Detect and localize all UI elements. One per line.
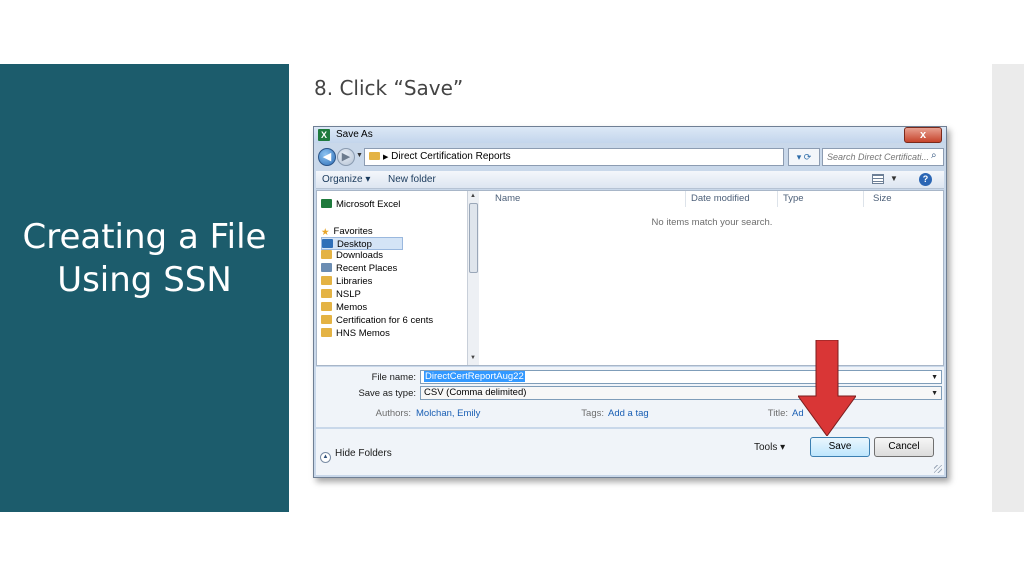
slide-title: Creating a File Using SSN [22,217,267,300]
authors-label: Authors: [375,408,411,419]
title-label: Title: [767,408,788,419]
chevron-down-icon[interactable]: ▼ [931,372,938,384]
sidebar-item-libraries[interactable]: Libraries [321,275,372,288]
sidebar-item-microsoft-excel[interactable]: Microsoft Excel [321,198,400,211]
column-divider [685,191,686,207]
sidebar-item-recent-places[interactable]: Recent Places [321,262,397,275]
file-name-input[interactable]: DirectCertReportAug22 ▼ [420,370,942,384]
navigation-scrollbar[interactable]: ▲ ▼ [467,191,479,365]
hide-folders-button[interactable]: ▲ Hide Folders [320,448,392,463]
folder-icon [321,289,332,298]
dialog-titlebar[interactable]: X Save As x [314,127,946,143]
tools-menu[interactable]: Tools ▾ [754,442,785,453]
sidebar-item-label: Recent Places [336,263,398,274]
sidebar-item-memos[interactable]: Memos [321,301,367,314]
search-icon[interactable]: ⌕ [931,150,937,161]
sidebar-item-label: HNS Memos [336,328,390,339]
chevron-down-icon[interactable]: ▼ [890,174,898,183]
file-name-label: File name: [371,372,416,383]
folder-icon [321,315,332,324]
resize-grip[interactable] [934,465,942,473]
organize-menu[interactable]: Organize ▾ [322,174,370,185]
file-list: Name Date modified Type Size No items ma… [481,191,943,365]
breadcrumb-item[interactable]: Direct Certification Reports [391,151,510,162]
sidebar-item-label: Certification for 6 cents [336,315,434,326]
excel-icon: X [318,129,330,141]
folder-icon [369,152,380,161]
column-header-type[interactable]: Type [783,191,804,207]
forward-arrow-icon: ▶ [341,151,351,163]
authors-value[interactable]: Molchan, Emily [416,408,480,419]
sidebar-item-label: Libraries [336,276,373,287]
chevron-down-icon[interactable]: ▼ [931,388,938,400]
sidebar-item-nslp[interactable]: NSLP [321,288,361,301]
right-decor-strip [992,64,1024,512]
tags-value[interactable]: Add a tag [608,408,649,419]
column-header-date-modified[interactable]: Date modified [691,191,750,207]
hide-folders-label: Hide Folders [335,448,392,459]
file-name-value[interactable]: DirectCertReportAug22 [424,371,525,382]
tags-label: Tags: [581,408,604,419]
column-header-name[interactable]: Name [495,191,520,207]
address-bar-row: ◀ ▶ ▼ ▶ Direct Certification Reports ▾ ⟳… [314,144,946,170]
save-type-label: Save as type: [358,388,416,399]
title-panel: Creating a File Using SSN [0,64,289,512]
scrollbar-thumb[interactable] [469,203,478,273]
folder-icon [321,302,332,311]
back-arrow-icon: ◀ [322,151,332,163]
search-input[interactable] [822,148,944,166]
sidebar-item-hns-memos[interactable]: HNS Memos [321,327,390,340]
scroll-up-icon[interactable]: ▲ [470,193,476,199]
save-button[interactable]: Save [810,437,870,457]
forward-button[interactable]: ▶ [337,148,355,166]
folder-icon [321,328,332,337]
sidebar-item-label: NSLP [336,289,361,300]
sidebar-item-label: Favorites [333,226,373,237]
chevron-right-icon: ▶ [383,154,389,161]
excel-icon [321,199,332,208]
scroll-down-icon[interactable]: ▼ [470,355,476,361]
help-icon[interactable]: ? [919,173,932,186]
breadcrumb[interactable]: ▶ Direct Certification Reports [364,148,784,166]
column-divider [863,191,864,207]
navigation-pane: Microsoft Excel ★ Favorites Desktop Download… [317,191,467,365]
sidebar-item-label: Downloads [336,250,383,261]
recent-places-icon [321,263,332,272]
downloads-icon [321,250,332,259]
command-toolbar: Organize ▾ New folder ▼ ? [316,171,944,189]
red-arrow-pointer [798,340,856,436]
save-type-value: CSV (Comma delimited) [424,387,527,398]
new-folder-button[interactable]: New folder [388,174,436,185]
star-icon: ★ [321,227,330,238]
close-button[interactable]: x [904,127,942,143]
empty-message: No items match your search. [651,217,773,228]
desktop-icon [322,239,333,248]
save-type-select[interactable]: CSV (Comma delimited) ▼ [420,386,942,400]
libraries-icon [321,276,332,285]
sidebar-item-certification-for-6-cents[interactable]: Certification for 6 cents [321,314,433,327]
column-divider [777,191,778,207]
refresh-button[interactable]: ▾ ⟳ [788,148,820,166]
refresh-icon: ▾ ⟳ [796,152,812,162]
view-options-icon[interactable] [872,174,884,184]
column-header-size[interactable]: Size [873,191,891,207]
recent-locations-dropdown-icon[interactable]: ▼ [356,152,363,159]
cancel-button[interactable]: Cancel [874,437,934,457]
sidebar-item-downloads[interactable]: Downloads [321,249,383,262]
chevron-up-icon: ▲ [320,452,331,463]
back-button[interactable]: ◀ [318,148,336,166]
step-heading: 8. Click “Save” [314,76,464,100]
dialog-title: Save As [336,129,373,140]
sidebar-item-label: Memos [336,302,368,313]
sidebar-item-label: Microsoft Excel [336,199,401,210]
